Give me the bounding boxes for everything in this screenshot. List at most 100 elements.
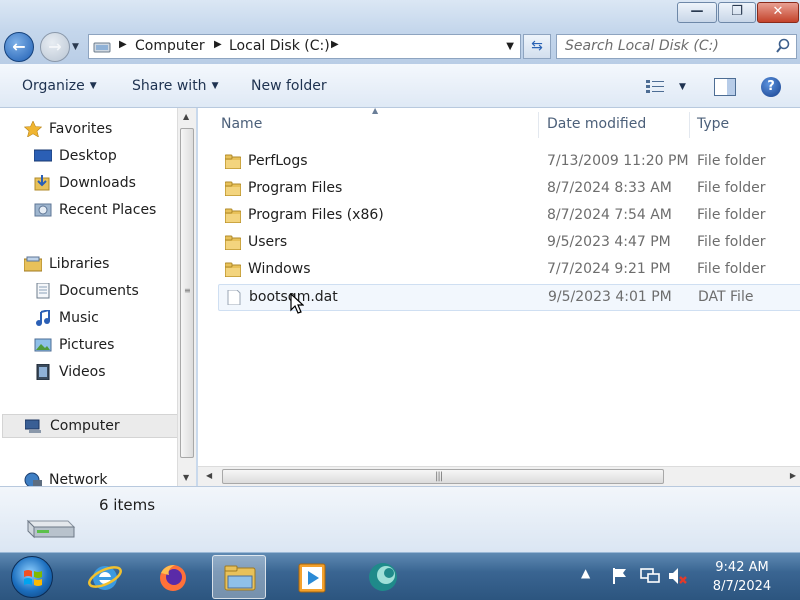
address-bar[interactable]: ▶ Computer ▶ Local Disk (C:) ▶ ▼	[88, 34, 521, 59]
column-header-type[interactable]: Type	[697, 116, 729, 132]
scroll-left-icon[interactable]: ◀	[206, 471, 212, 480]
nav-item-libraries[interactable]: Libraries	[0, 253, 176, 277]
nav-label: Pictures	[59, 337, 115, 353]
forward-button[interactable]: →	[40, 32, 70, 62]
share-with-button[interactable]: Share with ▼	[132, 78, 218, 94]
nav-item-music[interactable]: Music	[0, 307, 176, 331]
search-box[interactable]	[556, 34, 797, 59]
scrollbar-thumb[interactable]: ≡	[180, 128, 194, 458]
clock-date: 8/7/2024	[712, 579, 772, 594]
file-type: File folder	[697, 180, 766, 196]
file-row[interactable]: Windows 7/7/2024 9:21 PM File folder	[218, 257, 800, 284]
maximize-button[interactable]: ❐	[718, 2, 756, 23]
preview-pane-button[interactable]	[714, 78, 736, 96]
nav-item-network[interactable]: Network	[0, 469, 176, 486]
music-icon	[36, 310, 50, 326]
column-header-date-modified[interactable]: Date modified	[547, 116, 646, 132]
recent-places-icon	[34, 203, 52, 217]
scroll-up-icon[interactable]: ▲	[183, 112, 189, 121]
show-hidden-icons-button[interactable]: ▲	[581, 566, 590, 580]
folder-icon	[225, 262, 241, 277]
folder-icon	[224, 565, 256, 591]
nav-label: Desktop	[59, 148, 117, 164]
help-icon: ?	[767, 79, 775, 94]
mouse-cursor-icon	[290, 293, 304, 314]
file-type: DAT File	[698, 289, 754, 305]
file-name: Users	[248, 234, 288, 250]
command-toolbar: Organize ▼ Share with ▼ New folder ▼ ?	[0, 64, 800, 108]
taskbar-firefox[interactable]	[146, 555, 200, 599]
file-date-modified: 8/7/2024 8:33 AM	[547, 180, 672, 196]
network-tray-icon[interactable]	[640, 567, 660, 585]
folder-icon	[225, 154, 241, 169]
taskbar-app[interactable]	[356, 555, 410, 599]
folder-icon	[225, 235, 241, 250]
new-folder-button[interactable]: New folder	[251, 78, 327, 94]
nav-label: Favorites	[49, 121, 113, 137]
breadcrumb-separator[interactable]: ▶	[119, 39, 127, 50]
file-row[interactable]: Program Files 8/7/2024 8:33 AM File folder	[218, 176, 800, 203]
clock-time: 9:42 AM	[715, 560, 769, 575]
breadcrumb-separator[interactable]: ▶	[331, 39, 339, 50]
item-count: 6 items	[99, 496, 156, 514]
scrollbar-thumb[interactable]: |||	[222, 469, 664, 484]
column-divider[interactable]	[689, 112, 690, 138]
breadcrumb-computer[interactable]: Computer	[135, 38, 205, 54]
back-arrow-icon: ←	[12, 37, 26, 56]
taskbar-clock[interactable]: 9:42 AM 8/7/2024	[700, 558, 784, 596]
taskbar-windows-explorer[interactable]	[212, 555, 266, 599]
nav-item-desktop[interactable]: Desktop	[0, 145, 176, 169]
file-date-modified: 7/13/2009 11:20 PM	[547, 153, 689, 169]
maximize-icon: ❐	[731, 4, 743, 19]
scroll-right-icon[interactable]: ▶	[790, 471, 796, 480]
nav-item-downloads[interactable]: Downloads	[0, 172, 176, 196]
nav-label: Music	[59, 310, 99, 326]
nav-item-recent-places[interactable]: Recent Places	[0, 199, 176, 223]
view-options-dropdown[interactable]: ▼	[679, 82, 686, 92]
action-center-flag-icon[interactable]	[611, 567, 629, 585]
file-row[interactable]: Users 9/5/2023 4:47 PM File folder	[218, 230, 800, 257]
pictures-icon	[34, 338, 52, 352]
taskbar-internet-explorer[interactable]	[78, 555, 132, 599]
nav-item-favorites[interactable]: Favorites	[0, 118, 176, 142]
file-icon	[227, 290, 241, 305]
taskbar-media-player[interactable]	[285, 555, 339, 599]
scroll-down-icon[interactable]: ▼	[183, 473, 189, 482]
close-button[interactable]: ✕	[757, 2, 799, 23]
file-row[interactable]: bootsqm.dat9/5/2023 4:01 PMDAT File	[218, 284, 800, 311]
libraries-icon	[24, 256, 42, 272]
change-view-icon[interactable]	[646, 79, 664, 93]
share-with-label: Share with	[132, 78, 207, 94]
file-list-horizontal-scrollbar[interactable]: ◀ ||| ▶	[198, 466, 800, 486]
file-type: File folder	[697, 153, 766, 169]
start-button[interactable]	[11, 556, 53, 598]
column-header-name[interactable]: Name	[221, 116, 262, 132]
organize-button[interactable]: Organize ▼	[22, 78, 97, 94]
nav-pane-scrollbar[interactable]: ▲ ≡ ▼	[177, 108, 196, 486]
breadcrumb-separator[interactable]: ▶	[214, 39, 222, 50]
search-input[interactable]	[565, 38, 765, 54]
recent-pages-dropdown[interactable]: ▼	[72, 42, 79, 52]
nav-item-documents[interactable]: Documents	[0, 280, 176, 304]
refresh-icon: ⇆	[531, 38, 543, 54]
file-row[interactable]: PerfLogs 7/13/2009 11:20 PM File folder	[218, 149, 800, 176]
nav-item-pictures[interactable]: Pictures	[0, 334, 176, 358]
column-divider[interactable]	[538, 112, 539, 138]
search-icon[interactable]	[775, 38, 791, 54]
address-dropdown-icon[interactable]: ▼	[506, 41, 514, 52]
internet-explorer-icon	[88, 566, 122, 590]
volume-muted-icon[interactable]	[668, 567, 688, 585]
folder-icon	[225, 208, 241, 223]
refresh-button[interactable]: ⇆	[523, 34, 551, 59]
app-icon	[369, 563, 397, 591]
nav-item-videos[interactable]: Videos	[0, 361, 176, 385]
back-button[interactable]: ←	[4, 32, 34, 62]
nav-item-computer[interactable]: Computer	[2, 414, 177, 438]
file-row[interactable]: Program Files (x86) 8/7/2024 7:54 AM File …	[218, 203, 800, 230]
help-button[interactable]: ?	[761, 77, 781, 97]
grip-icon: |||	[435, 471, 443, 482]
minimize-button[interactable]: —	[677, 2, 717, 23]
breadcrumb-local-disk[interactable]: Local Disk (C:)	[229, 38, 330, 54]
close-icon: ✕	[772, 4, 784, 19]
taskbar: ▲ 9:42 AM 8/7/2024	[0, 552, 800, 600]
